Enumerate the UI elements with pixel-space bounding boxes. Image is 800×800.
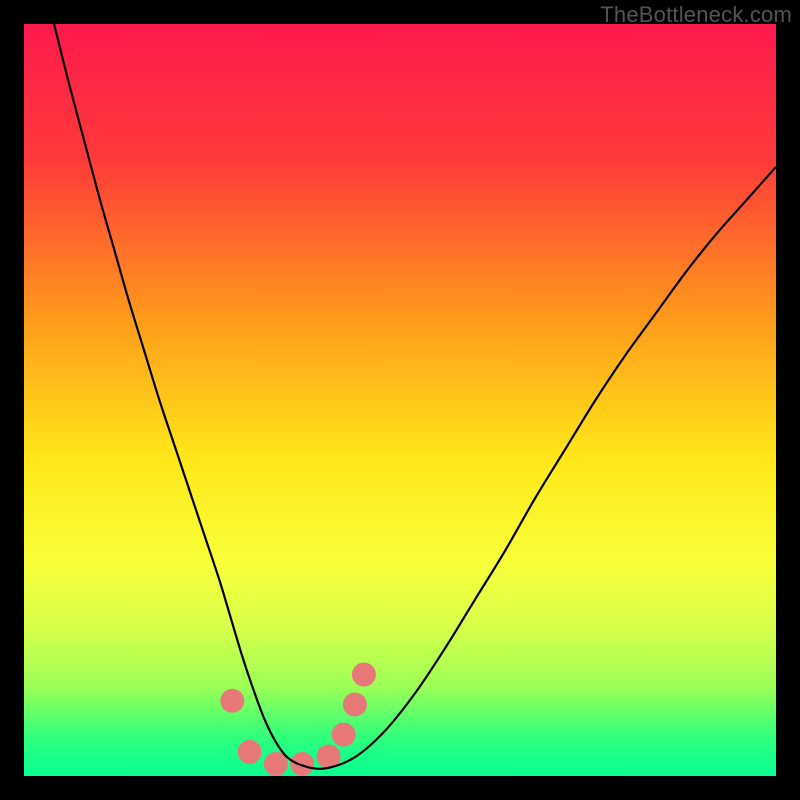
gradient-background — [24, 24, 776, 776]
watermark-text: TheBottleneck.com — [600, 2, 792, 28]
chart-frame — [24, 24, 776, 776]
highlight-marker — [220, 689, 244, 713]
highlight-marker — [238, 740, 262, 764]
chart-svg — [24, 24, 776, 776]
highlight-marker — [352, 662, 376, 686]
highlight-marker — [332, 723, 356, 747]
highlight-marker — [343, 693, 367, 717]
highlight-marker — [290, 752, 314, 776]
